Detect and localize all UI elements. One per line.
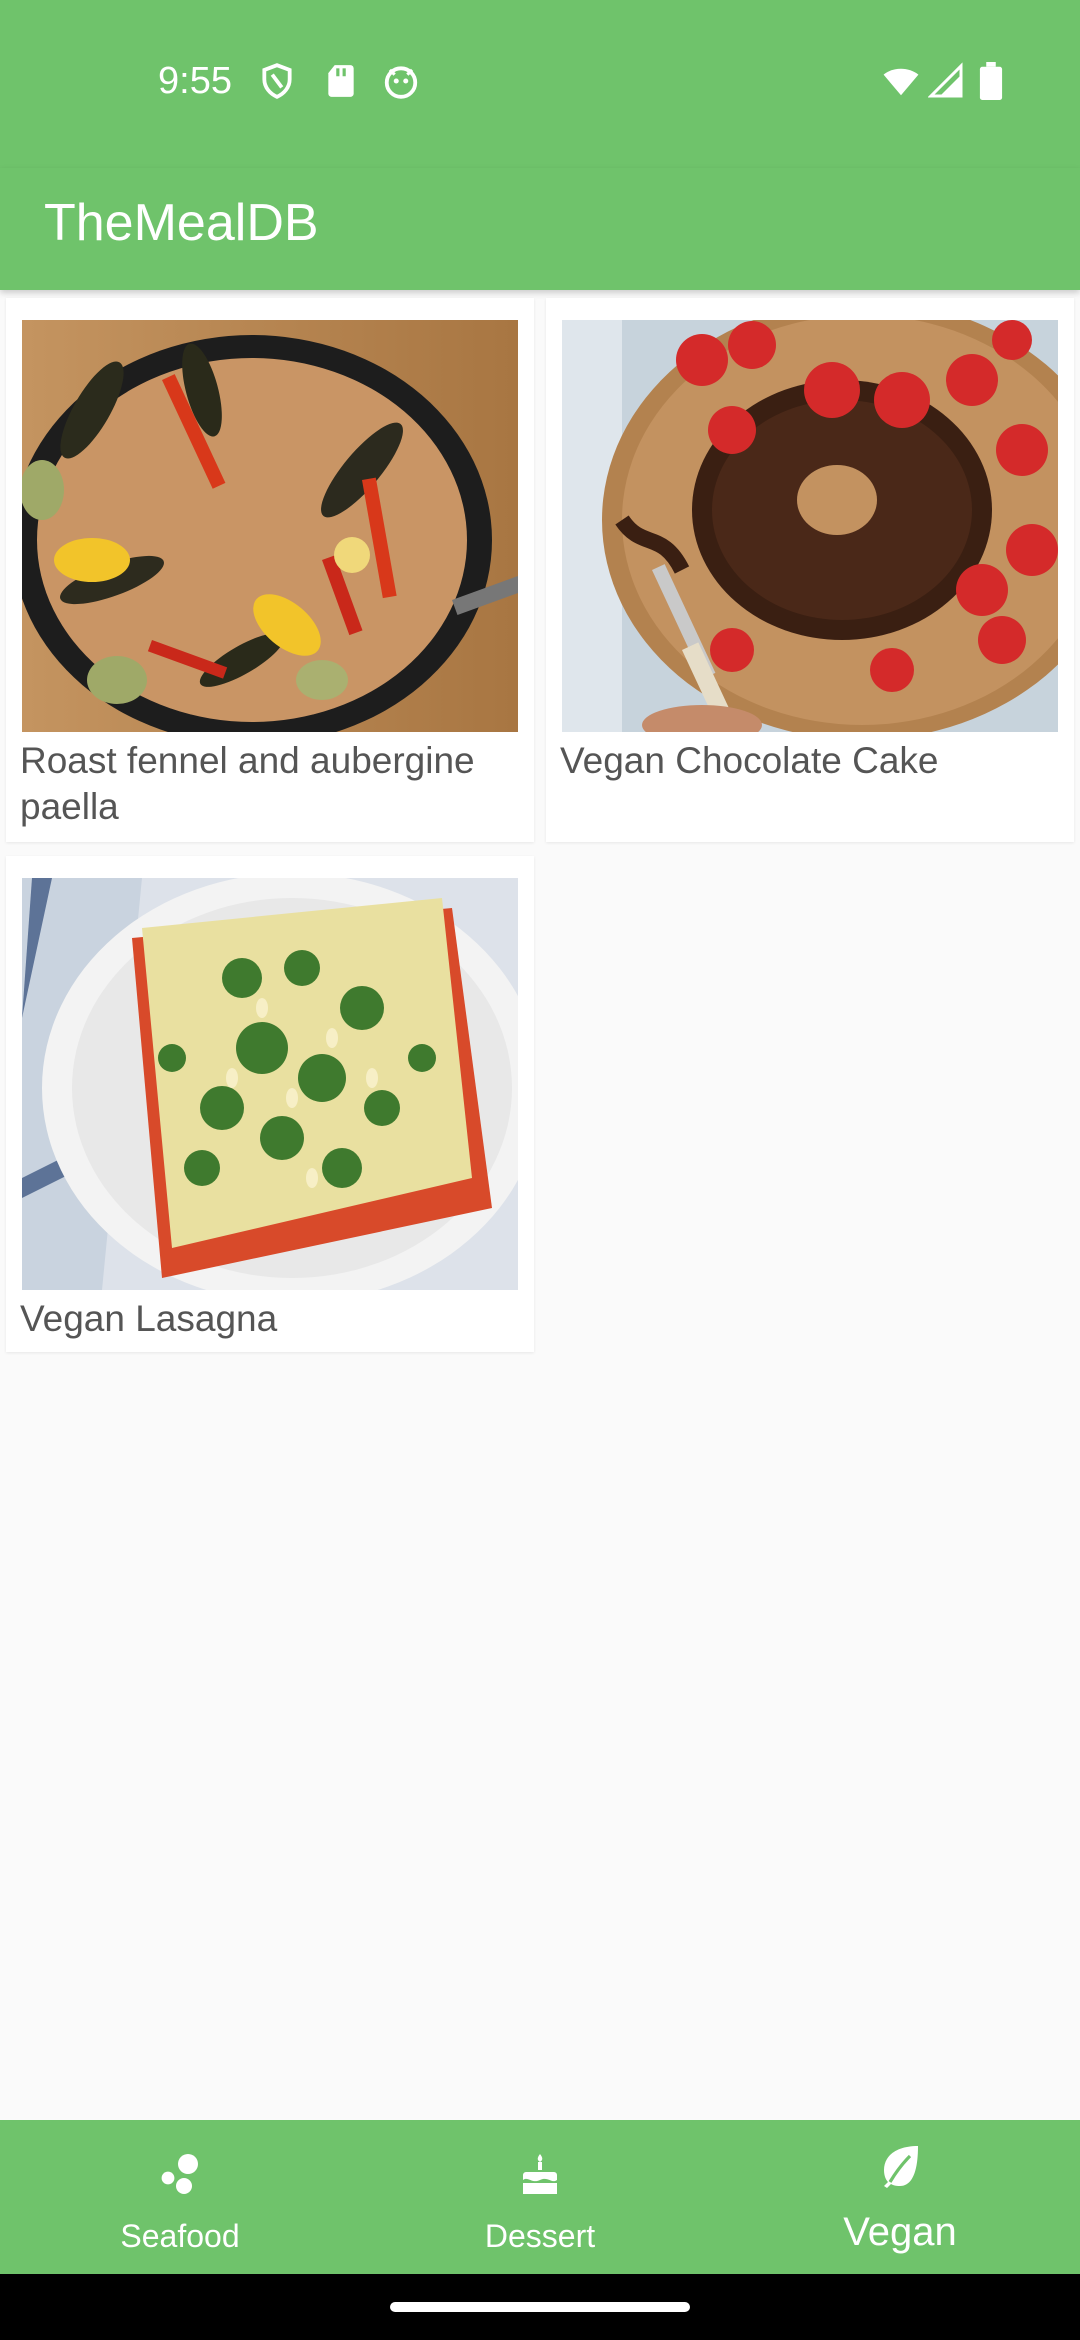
meal-card[interactable]: Vegan Lasagna <box>6 856 534 1352</box>
wifi-icon <box>880 62 922 100</box>
sd-card-icon <box>322 62 360 100</box>
meal-title: Vegan Lasagna <box>20 1298 278 1339</box>
meal-card[interactable]: Roast fennel and aubergine paella <box>6 298 534 842</box>
android-icon <box>382 62 420 100</box>
seafood-icon <box>156 2150 204 2198</box>
meal-title: Vegan Chocolate Cake <box>560 740 939 781</box>
meal-title: Roast fennel and aubergine paella <box>20 740 475 827</box>
home-gesture-handle[interactable] <box>390 2302 690 2312</box>
nav-item-dessert[interactable]: Dessert <box>360 2120 720 2274</box>
app-bar: TheMealDB <box>0 168 1080 290</box>
status-time: 9:55 <box>158 60 232 102</box>
cake-icon <box>516 2150 564 2198</box>
nav-item-vegan[interactable]: Vegan <box>720 2120 1080 2274</box>
meal-image-paella <box>22 320 518 732</box>
shield-icon <box>258 62 296 100</box>
app-title: TheMealDB <box>44 194 319 252</box>
battery-icon <box>976 62 1006 100</box>
nav-item-seafood[interactable]: Seafood <box>0 2120 360 2274</box>
signal-icon <box>927 62 964 100</box>
nav-label: Vegan <box>843 2210 957 2254</box>
status-bar: 9:55 <box>0 0 1080 168</box>
meal-image-chocolate-cake <box>562 320 1058 732</box>
leaf-icon <box>876 2142 924 2190</box>
meal-image-lasagna <box>22 878 518 1290</box>
meal-card[interactable]: Vegan Chocolate Cake <box>546 298 1074 842</box>
bottom-navigation: Seafood Dessert Vegan <box>0 2120 1080 2274</box>
nav-label: Seafood <box>120 2218 240 2254</box>
nav-label: Dessert <box>484 2218 596 2254</box>
system-navigation-bar <box>0 2274 1080 2340</box>
